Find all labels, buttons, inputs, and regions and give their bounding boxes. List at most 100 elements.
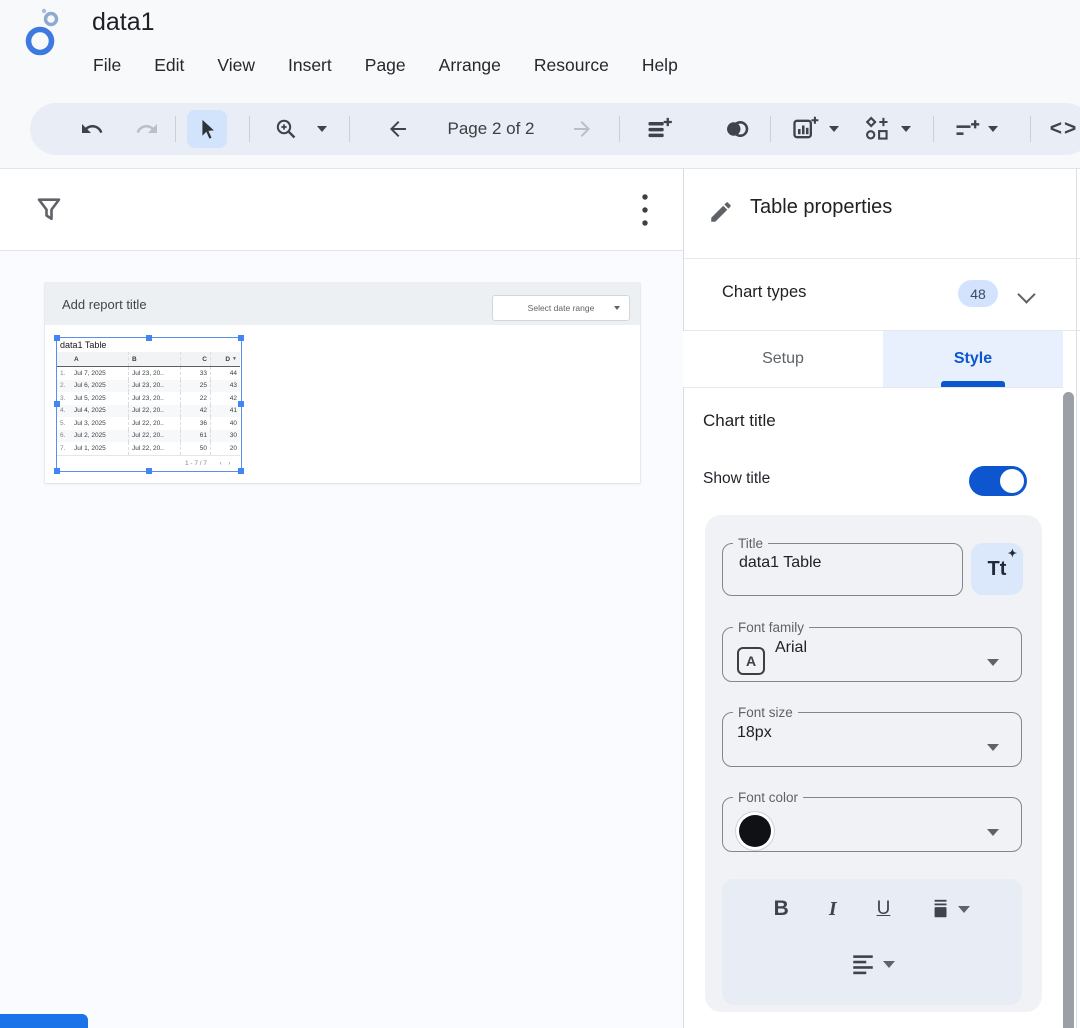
text-format-toolbar: B I U — [722, 879, 1022, 1005]
panel-title: Table properties — [750, 196, 892, 219]
table-pagination-row: 1 - 7 / 7 ‹ › — [57, 455, 240, 471]
font-size-caret[interactable] — [987, 744, 999, 751]
chart-types-count-badge: 48 — [958, 280, 998, 307]
zoom-dropdown-caret[interactable] — [314, 103, 330, 155]
app-header: data1 File Edit View Insert Page Arrange… — [0, 0, 1080, 168]
toolbar: Page 2 of 2 <> — [30, 103, 1080, 155]
menu-page[interactable]: Page — [365, 55, 406, 76]
menu-view[interactable]: View — [217, 55, 255, 76]
table-chart[interactable]: data1 Table A B C D▼ 1. Jul 7, 2025 Jul … — [57, 338, 240, 470]
table-row: 3. Jul 5, 2025 Jul 23, 20.. 22 42 — [57, 392, 240, 405]
chart-types-label: Chart types — [722, 283, 806, 302]
previous-page-button[interactable] — [384, 103, 412, 155]
sparkle-icon: ✦ — [1008, 547, 1017, 560]
font-size-field[interactable]: Font size 18px — [722, 705, 1022, 767]
page-indicator[interactable]: Page 2 of 2 — [426, 103, 556, 155]
table-row: 4. Jul 4, 2025 Jul 22, 20.. 42 41 — [57, 405, 240, 418]
font-family-icon: A — [737, 647, 765, 675]
table-chart-title: data1 Table — [57, 338, 240, 352]
filter-funnel-icon[interactable] — [34, 193, 64, 225]
table-row: 6. Jul 2, 2025 Jul 22, 20.. 61 30 — [57, 430, 240, 443]
font-size-label: Font size — [733, 705, 798, 720]
add-control-button[interactable] — [952, 103, 982, 155]
next-page-button[interactable] — [568, 103, 596, 155]
menu-resource[interactable]: Resource — [534, 55, 609, 76]
report-title-placeholder[interactable]: Add report title — [62, 283, 147, 325]
fill-color-button[interactable] — [930, 898, 970, 920]
edit-pencil-icon — [708, 199, 734, 225]
menu-edit[interactable]: Edit — [154, 55, 184, 76]
font-color-label: Font color — [733, 790, 803, 805]
more-options-kebab[interactable] — [638, 189, 652, 231]
toolbar-divider — [1030, 116, 1031, 142]
toolbar-divider — [349, 116, 350, 142]
chart-title-heading: Chart title — [703, 411, 776, 431]
fill-color-icon — [930, 898, 952, 920]
toolbar-divider — [770, 116, 771, 142]
notification-sliver — [0, 1014, 88, 1028]
pagination-label: 1 - 7 / 7 — [57, 456, 210, 471]
toggle-knob — [1000, 469, 1024, 493]
add-chart-caret[interactable] — [826, 103, 842, 155]
date-range-control[interactable]: Select date range — [492, 295, 630, 321]
align-left-icon[interactable] — [849, 951, 877, 977]
menu-file[interactable]: File — [93, 55, 121, 76]
toolbar-divider — [249, 116, 250, 142]
table-row: 2. Jul 6, 2025 Jul 23, 20.. 25 43 — [57, 380, 240, 393]
redo-button[interactable] — [133, 103, 161, 155]
font-family-label: Font family — [733, 620, 809, 635]
pager-next[interactable]: › — [228, 460, 230, 467]
menu-bar: File Edit View Insert Page Arrange Resou… — [93, 51, 678, 79]
show-title-label: Show title — [703, 470, 770, 488]
undo-button[interactable] — [78, 103, 106, 155]
font-color-swatch[interactable] — [739, 815, 771, 847]
font-color-field[interactable]: Font color — [722, 790, 1022, 852]
date-range-caret — [614, 306, 620, 310]
align-caret[interactable] — [883, 961, 895, 968]
show-title-toggle[interactable] — [969, 466, 1027, 496]
font-size-value: 18px — [737, 724, 1021, 742]
font-family-caret[interactable] — [987, 659, 999, 666]
font-family-field[interactable]: Font family A Arial — [722, 620, 1022, 682]
embed-code-icon[interactable]: <> — [1042, 103, 1080, 155]
panel-divider — [684, 387, 1063, 388]
title-field: Title — [722, 536, 963, 596]
toolbar-divider — [175, 116, 176, 142]
table-header-row: A B C D▼ — [57, 352, 240, 367]
table-row: 1. Jul 7, 2025 Jul 23, 20.. 33 44 — [57, 367, 240, 380]
title-field-label: Title — [733, 536, 768, 551]
underline-button[interactable]: U — [877, 898, 891, 920]
ai-generate-title-button[interactable]: Tt ✦ — [971, 543, 1023, 595]
zoom-tool-button[interactable] — [272, 103, 300, 155]
menu-help[interactable]: Help — [642, 55, 678, 76]
pager-prev[interactable]: ‹ — [220, 460, 222, 467]
table-row: 7. Jul 1, 2025 Jul 22, 20.. 50 20 — [57, 442, 240, 455]
bold-button[interactable]: B — [774, 897, 789, 921]
font-color-caret[interactable] — [987, 829, 999, 836]
community-visualizations-caret[interactable] — [898, 103, 914, 155]
col-header-b[interactable]: B — [128, 352, 180, 366]
filter-bar: + Add quick filter Reset — [0, 169, 683, 251]
report-title[interactable]: data1 — [92, 8, 155, 37]
panel-scrollbar[interactable] — [1063, 392, 1074, 1028]
fill-color-caret — [958, 906, 970, 913]
font-family-value: Arial — [775, 639, 1021, 657]
toolbar-divider — [619, 116, 620, 142]
col-header-a[interactable]: A — [71, 352, 128, 366]
tab-style[interactable]: Style — [883, 331, 1063, 387]
italic-button[interactable]: I — [829, 898, 837, 921]
tab-setup[interactable]: Setup — [683, 331, 883, 387]
add-control-caret[interactable] — [985, 103, 1001, 155]
toolbar-divider — [933, 116, 934, 142]
community-visualizations-button[interactable] — [860, 103, 894, 155]
add-data-button[interactable] — [642, 103, 676, 155]
select-tool-button[interactable] — [193, 103, 221, 155]
col-header-d[interactable]: D▼ — [210, 352, 240, 366]
add-chart-button[interactable] — [790, 103, 820, 155]
menu-insert[interactable]: Insert — [288, 55, 332, 76]
panel-edge-divider — [1076, 169, 1077, 1028]
blend-data-button[interactable] — [720, 103, 754, 155]
title-input[interactable] — [737, 553, 931, 573]
menu-arrange[interactable]: Arrange — [439, 55, 501, 76]
col-header-c[interactable]: C — [180, 352, 210, 366]
